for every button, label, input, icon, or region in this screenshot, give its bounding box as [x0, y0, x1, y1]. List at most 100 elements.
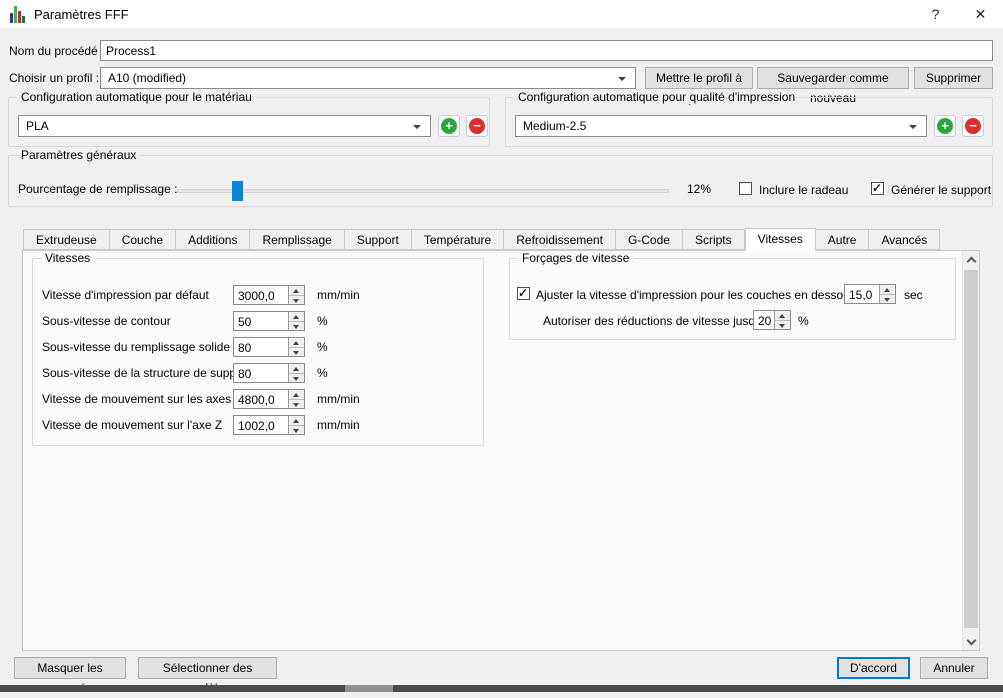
material-select[interactable]: PLA	[18, 115, 431, 137]
speed-setting-value: 50	[234, 312, 288, 330]
reduce-speed-value: 20	[754, 311, 774, 329]
speed-setting-spinbox[interactable]: 1002,0	[233, 415, 305, 435]
auto-quality-group-title: Configuration automatique pour qualité d…	[514, 90, 799, 104]
remove-quality-button[interactable]: −	[962, 115, 984, 137]
speed-setting-spinbox[interactable]: 3000,0	[233, 285, 305, 305]
include-raft-checkbox[interactable]	[739, 182, 752, 195]
speed-setting-spinbox[interactable]: 50	[233, 311, 305, 331]
speed-setting-spinbox[interactable]: 4800,0	[233, 389, 305, 409]
spin-down-icon[interactable]	[289, 374, 304, 383]
spin-up-icon[interactable]	[289, 286, 304, 296]
generate-support-checkbox[interactable]	[871, 182, 884, 195]
spin-up-icon[interactable]	[775, 311, 790, 321]
add-material-button[interactable]: +	[438, 115, 460, 137]
adjust-speed-spinbox[interactable]: 15,0	[844, 284, 896, 304]
infill-label: Pourcentage de remplissage :	[18, 182, 177, 196]
cancel-button[interactable]: Annuler	[920, 657, 988, 679]
profile-select[interactable]: A10 (modified)	[100, 67, 636, 89]
chevron-up-icon	[966, 256, 976, 266]
spin-down-icon[interactable]	[289, 426, 304, 435]
spin-down-icon[interactable]	[289, 296, 304, 305]
speeds-group-title: Vitesses	[41, 251, 94, 265]
tab-vitesses[interactable]: Vitesses	[745, 228, 816, 251]
ok-button[interactable]: D'accord	[837, 657, 910, 679]
infill-percent-value: 12%	[687, 182, 711, 196]
spin-up-icon[interactable]	[289, 364, 304, 374]
tab-couche[interactable]: Couche	[110, 229, 176, 250]
update-profile-button[interactable]: Mettre le profil à jour	[645, 67, 753, 89]
speed-setting-label: Sous-vitesse du remplissage solide	[42, 340, 230, 354]
speed-setting-label: Vitesse de mouvement sur les axes X/Y	[42, 392, 254, 406]
hide-advanced-button[interactable]: Masquer les avancés	[14, 657, 126, 679]
add-quality-button[interactable]: +	[934, 115, 956, 137]
speed-setting-row: Sous-vitesse de la structure de support8…	[33, 363, 483, 385]
tab-remplissage[interactable]: Remplissage	[250, 229, 344, 250]
tab-autre[interactable]: Autre	[816, 229, 870, 250]
scroll-up-button[interactable]	[963, 251, 979, 268]
profile-selected-value: A10 (modified)	[108, 71, 186, 85]
adjust-speed-value: 15,0	[845, 285, 879, 303]
vertical-scrollbar[interactable]	[962, 251, 979, 650]
quality-select[interactable]: Medium-2.5	[515, 115, 927, 137]
speeds-group: Vitesses Vitesse d'impression par défaut…	[32, 258, 484, 446]
general-settings-title: Paramètres généraux	[17, 148, 140, 162]
speed-setting-row: Sous-vitesse du remplissage solide80%	[33, 337, 483, 359]
spin-up-icon[interactable]	[289, 312, 304, 322]
spin-down-icon[interactable]	[880, 295, 895, 304]
speed-setting-unit: %	[317, 366, 328, 380]
spin-down-icon[interactable]	[289, 322, 304, 331]
tab-avanc-s[interactable]: Avancés	[869, 229, 940, 250]
tab-temp-rature[interactable]: Température	[412, 229, 504, 250]
infill-slider[interactable]	[177, 189, 669, 193]
quality-selected-value: Medium-2.5	[523, 119, 586, 133]
help-button[interactable]: ?	[913, 0, 958, 28]
speed-setting-label: Sous-vitesse de contour	[42, 314, 171, 328]
tab-refroidissement[interactable]: Refroidissement	[504, 229, 616, 250]
spin-up-icon[interactable]	[880, 285, 895, 295]
generate-support-label: Générer le support	[891, 183, 991, 197]
speed-setting-spinbox[interactable]: 80	[233, 363, 305, 383]
plus-icon: +	[937, 118, 953, 134]
process-name-input[interactable]	[100, 40, 993, 61]
speed-setting-value: 1002,0	[234, 416, 288, 434]
speed-setting-row: Vitesse de mouvement sur l'axe Z1002,0mm…	[33, 415, 483, 437]
reduce-speed-spinbox[interactable]: 20	[753, 310, 791, 330]
save-as-new-button[interactable]: Sauvegarder comme nouveau	[757, 67, 909, 89]
spin-up-icon[interactable]	[289, 416, 304, 426]
speed-overrides-title: Forçages de vitesse	[518, 251, 633, 265]
tab-scripts[interactable]: Scripts	[683, 229, 745, 250]
speed-setting-value: 80	[234, 338, 288, 356]
spin-down-icon[interactable]	[775, 321, 790, 330]
speed-setting-label: Vitesse d'impression par défaut	[42, 288, 209, 302]
close-button[interactable]: ✕	[958, 0, 1003, 28]
remove-material-button[interactable]: −	[466, 115, 488, 137]
spin-up-icon[interactable]	[289, 338, 304, 348]
adjust-speed-checkbox[interactable]	[517, 287, 530, 300]
speed-setting-spinbox[interactable]: 80	[233, 337, 305, 357]
infill-slider-handle[interactable]	[232, 181, 243, 201]
adjust-speed-label: Ajuster la vitesse d'impression pour les…	[536, 288, 856, 302]
tab-g-code[interactable]: G-Code	[616, 229, 683, 250]
speed-setting-unit: %	[317, 314, 328, 328]
scroll-down-button[interactable]	[963, 633, 979, 650]
tab-extrudeuse[interactable]: Extrudeuse	[23, 229, 110, 250]
delete-profile-button[interactable]: Supprimer	[914, 67, 993, 89]
speed-setting-value: 80	[234, 364, 288, 382]
auto-quality-group: Configuration automatique pour qualité d…	[505, 97, 993, 147]
profile-label: Choisir un profil :	[9, 71, 99, 85]
spin-down-icon[interactable]	[289, 400, 304, 409]
speed-setting-label: Sous-vitesse de la structure de support	[42, 366, 250, 380]
minus-icon: −	[469, 118, 485, 134]
spin-down-icon[interactable]	[289, 348, 304, 357]
adjust-speed-unit: sec	[904, 288, 923, 302]
tab-additions[interactable]: Additions	[176, 229, 250, 250]
scrollbar-thumb[interactable]	[964, 270, 978, 628]
speed-setting-unit: mm/min	[317, 288, 360, 302]
speed-overrides-group: Forçages de vitesse Ajuster la vitesse d…	[509, 258, 956, 340]
select-models-button[interactable]: Sélectionner des modèles	[138, 657, 277, 679]
speed-setting-label: Vitesse de mouvement sur l'axe Z	[42, 418, 222, 432]
auto-material-group: Configuration automatique pour le matéri…	[8, 97, 490, 147]
tab-support[interactable]: Support	[345, 229, 412, 250]
auto-material-group-title: Configuration automatique pour le matéri…	[17, 90, 256, 104]
spin-up-icon[interactable]	[289, 390, 304, 400]
